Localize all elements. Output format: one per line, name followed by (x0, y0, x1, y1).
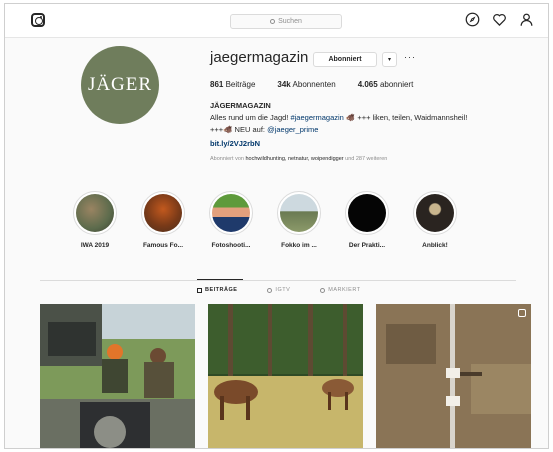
suggestions-dropdown-button[interactable]: ▾ (382, 52, 397, 67)
active-tab-indicator (197, 279, 243, 280)
heart-icon[interactable] (492, 12, 507, 27)
nav-icons (465, 12, 534, 27)
post-image (208, 304, 363, 448)
compass-icon[interactable] (465, 12, 480, 27)
tagged-icon (320, 287, 326, 293)
highlight-label: IWA 2019 (80, 242, 110, 249)
profile-stats: 861 Beiträge 34k Abonnenten 4.065 abonni… (210, 80, 413, 89)
highlight-label: Anblick! (422, 242, 448, 249)
grid-icon (197, 287, 202, 293)
post-image (376, 304, 531, 448)
highlight-item[interactable]: Fotoshooti... (197, 191, 265, 249)
story-highlights: IWA 2019 Famous Fo... Fotoshooti... Fokk… (61, 191, 469, 249)
tabs-divider (40, 280, 516, 281)
profile-icon[interactable] (519, 12, 534, 27)
highlight-item[interactable]: Famous Fo... (129, 191, 197, 249)
followed-by-text[interactable]: Abonniert von hochwildhunting, netnatur,… (210, 156, 387, 162)
highlight-cover-image (416, 194, 454, 232)
search-placeholder: Suchen (278, 18, 302, 25)
highlight-cover-image (212, 194, 250, 232)
highlight-label: Fokko im ... (281, 242, 317, 249)
tab-posts[interactable]: BEITRÄGE (197, 287, 237, 293)
profile-full-name: JÄGERMAGAZIN (210, 101, 271, 110)
highlight-cover-image (348, 194, 386, 232)
tab-tagged[interactable]: MARKIERT (320, 287, 360, 293)
highlight-label: Der Prakti... (348, 242, 386, 249)
highlight-item[interactable]: Anblick! (401, 191, 469, 249)
bio-hashtag-link[interactable]: #jaegermagazin (290, 113, 343, 122)
profile-avatar[interactable]: JÄGER (81, 46, 159, 124)
igtv-icon (267, 287, 273, 293)
tab-igtv[interactable]: IGTV (267, 287, 290, 293)
posts-grid (40, 304, 531, 448)
profile-bio: Alles rund um die Jagd! #jaegermagazin 🐗… (210, 113, 468, 134)
post-thumbnail[interactable] (40, 304, 195, 448)
search-input[interactable]: Suchen (230, 14, 342, 29)
profile-website-link[interactable]: bit.ly/2VJ2rbN (210, 139, 260, 148)
profile-tabs: BEITRÄGE IGTV MARKIERT (197, 287, 361, 293)
stat-following[interactable]: 4.065 abonniert (358, 80, 414, 89)
highlight-item[interactable]: Fokko im ... (265, 191, 333, 249)
multiple-images-icon (518, 309, 526, 317)
highlight-label: Fotoshooti... (211, 242, 251, 249)
avatar-logo-text: JÄGER (87, 74, 153, 95)
highlight-cover-image (280, 194, 318, 232)
highlight-item[interactable]: Der Prakti... (333, 191, 401, 249)
post-thumbnail[interactable] (208, 304, 363, 448)
post-image (40, 304, 195, 448)
instagram-logo-icon[interactable] (31, 13, 45, 27)
profile-username: jaegermagazin (210, 49, 309, 66)
top-nav: Suchen (5, 4, 548, 38)
bio-mention-link[interactable]: @jaeger_prime (267, 125, 318, 134)
search-icon (270, 19, 276, 24)
highlight-cover-image (144, 194, 182, 232)
highlight-cover-image (76, 194, 114, 232)
browser-frame: Suchen JÄGER jaegermagazin Abonniert ▾ ·… (4, 3, 549, 449)
following-button[interactable]: Abonniert (313, 52, 377, 67)
stat-posts: 861 Beiträge (210, 80, 256, 89)
stat-followers[interactable]: 34k Abonnenten (277, 80, 335, 89)
more-options-icon[interactable]: ··· (404, 52, 416, 62)
highlight-item[interactable]: IWA 2019 (61, 191, 129, 249)
highlight-label: Famous Fo... (142, 242, 184, 249)
post-thumbnail[interactable] (376, 304, 531, 448)
